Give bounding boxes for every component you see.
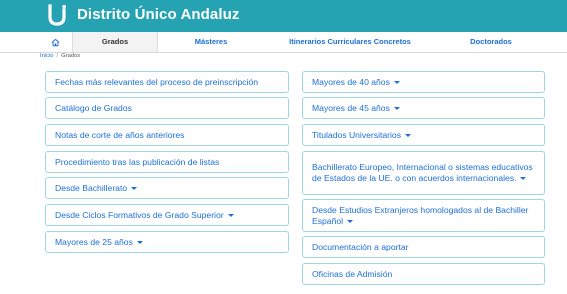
oficinas-admision-link[interactable]: Oficinas de Admisión	[302, 263, 545, 285]
mayores-40-dropdown[interactable]: Mayores de 40 años	[302, 71, 545, 93]
button-label: Titulados Universitarios	[312, 129, 401, 140]
breadcrumb-current: Grados	[61, 53, 81, 59]
mayores-45-dropdown[interactable]: Mayores de 45 años	[302, 97, 545, 119]
caret-down-icon	[347, 219, 354, 223]
button-label: Desde Ciclos Formativos de Grado Superio…	[55, 209, 224, 220]
tab-doctorados[interactable]: Doctorados	[456, 32, 526, 52]
caret-down-icon	[393, 80, 400, 84]
bachillerato-europeo-dropdown[interactable]: Bachillerato Europeo, Internacional o si…	[302, 151, 545, 195]
site-header: Distrito Único Andaluz	[0, 0, 567, 32]
button-label: Bachillerato Europeo, Internacional o si…	[312, 162, 535, 184]
titulados-universitarios-dropdown[interactable]: Titulados Universitarios	[302, 124, 545, 146]
caret-down-icon	[405, 133, 411, 137]
main-nav: Grados Másteres Itinerarios Curriculares…	[0, 32, 567, 53]
button-label: Fechas más relevantes del proceso de pre…	[55, 76, 259, 87]
documentacion-aportar-link[interactable]: Documentación a aportar	[302, 236, 545, 258]
mayores-25-dropdown[interactable]: Mayores de 25 años	[45, 231, 289, 253]
button-label-text: Bachillerato Europeo, Internacional o si…	[312, 162, 533, 183]
notas-corte-link[interactable]: Notas de corte de años anteriores	[45, 124, 289, 146]
breadcrumb-separator: /	[56, 53, 59, 59]
fechas-relevantes-link[interactable]: Fechas más relevantes del proceso de pre…	[45, 71, 289, 93]
button-label-text: Desde Estudios Extranjeros homologados a…	[312, 204, 529, 226]
tab-masteres[interactable]: Másteres	[176, 32, 246, 52]
button-label: Catálogo de Grados	[55, 102, 132, 113]
button-label: Documentación a aportar	[312, 241, 409, 252]
caret-down-icon	[131, 186, 138, 190]
caret-down-icon	[393, 106, 400, 110]
breadcrumb: Inicio / Grados	[40, 53, 80, 59]
desde-bachillerato-dropdown[interactable]: Desde Bachillerato	[45, 177, 289, 199]
button-label: Desde Estudios Extranjeros homologados a…	[312, 205, 535, 227]
procedimiento-listas-link[interactable]: Procedimiento tras las publicación de li…	[45, 151, 289, 173]
button-label: Oficinas de Admisión	[312, 268, 393, 279]
button-label: Procedimiento tras las publicación de li…	[55, 156, 220, 167]
caret-down-icon	[136, 240, 143, 244]
nav-home[interactable]	[40, 32, 70, 52]
du-logo-icon[interactable]	[48, 4, 68, 26]
button-label: Mayores de 40 años	[312, 76, 390, 87]
button-label: Mayores de 45 años	[312, 102, 390, 113]
desde-ciclos-dropdown[interactable]: Desde Ciclos Formativos de Grado Superio…	[45, 204, 289, 226]
button-label: Desde Bachillerato	[55, 182, 128, 193]
tab-itinerarios[interactable]: Itinerarios Curriculares Concretos	[276, 32, 424, 52]
caret-down-icon	[520, 177, 527, 181]
site-title[interactable]: Distrito Único Andaluz	[77, 6, 239, 23]
caret-down-icon	[227, 213, 234, 217]
breadcrumb-home-link[interactable]: Inicio	[40, 53, 54, 59]
tab-grados[interactable]: Grados	[72, 32, 158, 52]
estudios-extranjeros-dropdown[interactable]: Desde Estudios Extranjeros homologados a…	[302, 199, 545, 232]
home-icon	[51, 38, 59, 46]
button-label: Mayores de 25 años	[55, 236, 133, 247]
catalogo-grados-link[interactable]: Catálogo de Grados	[45, 97, 289, 119]
button-label: Notas de corte de años anteriores	[55, 129, 185, 140]
